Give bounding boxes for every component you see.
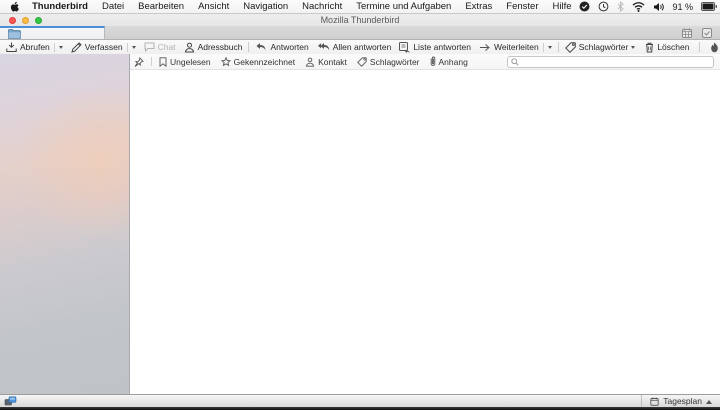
trash-icon (646, 42, 654, 52)
battery-icon[interactable] (701, 2, 718, 11)
tag-icon (357, 56, 367, 67)
get-messages-button[interactable]: Abrufen (6, 41, 63, 53)
compose-dropdown[interactable] (131, 46, 136, 51)
forward-icon (479, 43, 490, 51)
quick-filter-bar: Ungelesen Gekennzeichnet Kontakt Schlagw… (130, 54, 720, 70)
folder-pane (0, 54, 129, 394)
get-messages-dropdown[interactable] (58, 46, 63, 51)
today-pane-toggle[interactable]: Tagesplan (641, 395, 720, 407)
forward-dropdown[interactable] (547, 46, 552, 51)
main-area: Ungelesen Gekennzeichnet Kontakt Schlagw… (0, 54, 720, 394)
reply-list-icon (399, 41, 411, 53)
status-bar: Tagesplan (0, 394, 720, 407)
chat-bubble-icon (144, 42, 155, 52)
sticky-filter-button[interactable] (134, 56, 144, 67)
tab-bar (0, 26, 720, 40)
message-list-content (130, 70, 720, 394)
tag-icon (564, 41, 576, 53)
pencil-icon (71, 41, 82, 53)
menu-bearbeiten[interactable]: Bearbeiten (131, 0, 191, 14)
star-icon (220, 56, 231, 66)
menu-navigation[interactable]: Navigation (236, 0, 295, 14)
filter-separator (151, 57, 152, 66)
menu-extras[interactable]: Extras (458, 0, 499, 14)
delete-button[interactable]: Löschen (645, 41, 689, 53)
paperclip-icon (430, 56, 435, 67)
online-status-icon[interactable] (4, 396, 17, 406)
filter-attachment-button[interactable]: Anhang (430, 56, 468, 67)
tag-button[interactable]: Schlagwörter (564, 41, 636, 53)
window-title-bar: Mozilla Thunderbird (0, 14, 720, 26)
contact-icon (305, 57, 315, 67)
open-tasks-tab-button[interactable] (702, 27, 712, 38)
get-mail-icon (6, 42, 17, 52)
search-icon (511, 57, 519, 66)
filter-tags-button[interactable]: Schlagwörter (357, 57, 420, 67)
reply-icon (256, 43, 266, 51)
bluetooth-icon[interactable] (617, 1, 624, 12)
today-pane-icon (650, 397, 659, 406)
folder-icon (8, 28, 21, 39)
reply-list-button[interactable]: Liste antworten (399, 41, 471, 53)
unread-bookmark-icon (159, 56, 167, 67)
toolbar-separator (699, 42, 701, 52)
address-book-button[interactable]: Adressbuch (184, 41, 242, 53)
filter-contact-button[interactable]: Kontakt (305, 57, 347, 67)
message-list-pane: Ungelesen Gekennzeichnet Kontakt Schlagw… (130, 54, 720, 394)
forward-button[interactable]: Weiterleiten (479, 41, 552, 53)
chevron-up-icon (706, 397, 712, 404)
menu-hilfe[interactable]: Hilfe (546, 0, 579, 14)
junk-flame-icon (711, 42, 719, 52)
window-title: Mozilla Thunderbird (320, 15, 400, 25)
toolbar-separator (248, 42, 250, 52)
chat-button[interactable]: Chat (144, 41, 176, 53)
open-calendar-tab-button[interactable] (682, 28, 692, 38)
quick-filter-search[interactable] (507, 55, 714, 68)
volume-icon[interactable] (653, 2, 665, 12)
menu-thunderbird[interactable]: Thunderbird (25, 0, 95, 14)
compose-button[interactable]: Verfassen (71, 41, 136, 53)
menu-ansicht[interactable]: Ansicht (191, 0, 236, 14)
battery-percent: 91 % (672, 1, 694, 12)
tab-mail-folder[interactable] (0, 26, 105, 39)
pin-icon (134, 56, 144, 67)
tag-dropdown[interactable] (631, 46, 636, 51)
reply-all-icon (317, 43, 329, 51)
menu-fenster[interactable]: Fenster (499, 0, 545, 14)
junk-button[interactable]: Junk (710, 41, 720, 53)
menu-bar-status-area: 91 % Do. 19:14 (579, 1, 720, 12)
reply-button[interactable]: Antworten (255, 41, 309, 53)
mail-toolbar: Abrufen Verfassen Chat Adressbuch Antwor… (0, 40, 720, 54)
reply-all-button[interactable]: Allen antworten (317, 41, 391, 53)
filter-starred-button[interactable]: Gekennzeichnet (220, 56, 295, 67)
apple-icon (10, 1, 19, 12)
badge-icon[interactable] (579, 1, 590, 12)
menu-termine-und-aufgaben[interactable]: Termine und Aufgaben (349, 0, 458, 14)
wifi-icon[interactable] (632, 1, 645, 12)
toolbar-separator (557, 42, 559, 52)
search-input[interactable] (519, 56, 710, 67)
clock-icon[interactable] (598, 1, 609, 12)
apple-menu[interactable] (0, 1, 25, 12)
macos-menu-bar: Thunderbird Datei Bearbeiten Ansicht Nav… (0, 0, 720, 14)
filter-unread-button[interactable]: Ungelesen (159, 57, 211, 67)
menu-datei[interactable]: Datei (95, 0, 131, 14)
menu-nachricht[interactable]: Nachricht (295, 0, 349, 14)
person-icon (184, 42, 194, 52)
